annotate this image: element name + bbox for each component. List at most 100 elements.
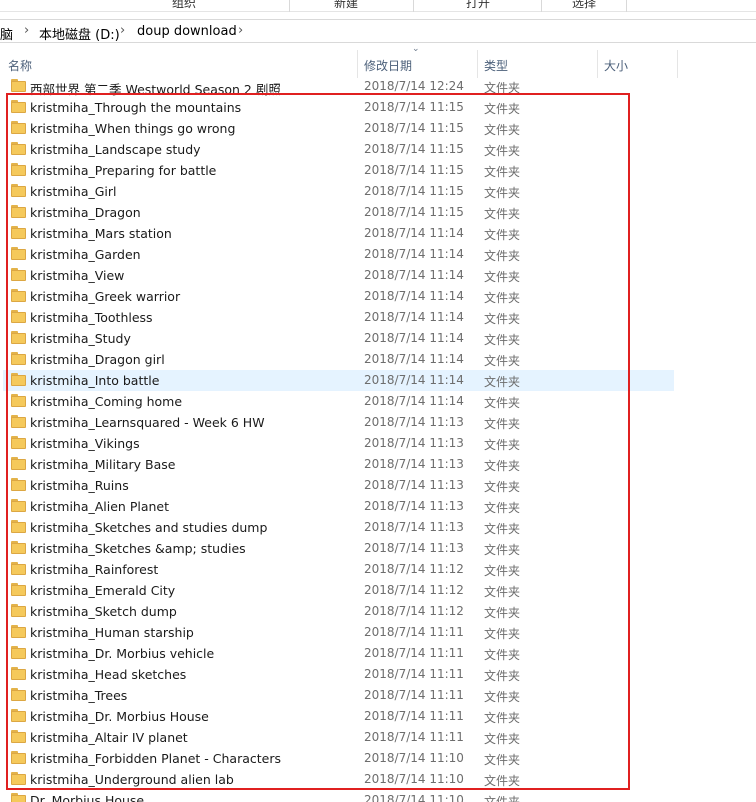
column-header-name[interactable]: 名称 (8, 50, 32, 78)
file-modified-date: 2018/7/14 11:14 (364, 247, 464, 261)
file-modified-date: 2018/7/14 11:11 (364, 730, 464, 744)
file-name: kristmiha_Girl (30, 184, 117, 199)
file-row[interactable]: kristmiha_Head sketches 2018/7/14 11:11 文件… (3, 664, 674, 685)
chevron-right-icon[interactable]: › (120, 23, 125, 38)
file-type: 文件夹 (484, 459, 521, 473)
file-type: 文件夹 (484, 564, 521, 578)
file-row[interactable]: kristmiha_Trees 2018/7/14 11:11 文件夹 (3, 685, 674, 706)
file-row[interactable]: kristmiha_Vikings 2018/7/14 11:13 文件夹 (3, 433, 674, 454)
chevron-right-icon[interactable]: › (238, 23, 243, 38)
file-list: 西部世界 第二季 Westworld Season 2 剧照 2018/7/14 … (0, 76, 756, 802)
file-name: kristmiha_Alien Planet (30, 499, 170, 514)
file-row[interactable]: kristmiha_Coming home 2018/7/14 11:14 文件夹 (3, 391, 674, 412)
file-name: kristmiha_Landscape study (30, 142, 201, 157)
file-type: 文件夹 (484, 228, 521, 242)
file-row[interactable]: kristmiha_Sketches &amp; studies 2018/7/1… (3, 538, 674, 559)
folder-icon (11, 247, 26, 260)
file-row[interactable]: kristmiha_Study 2018/7/14 11:14 文件夹 (3, 328, 674, 349)
file-name: kristmiha_Through the mountains (30, 100, 242, 115)
file-row[interactable]: kristmiha_Dr. Morbius vehicle 2018/7/14 1… (3, 643, 674, 664)
file-modified-date: 2018/7/14 11:15 (364, 184, 464, 198)
file-row[interactable]: kristmiha_Through the mountains 2018/7/14… (3, 97, 674, 118)
file-name: kristmiha_Head sketches (30, 667, 187, 682)
column-divider[interactable] (597, 50, 598, 78)
ribbon-divider (626, 0, 627, 12)
file-modified-date: 2018/7/14 11:14 (364, 268, 464, 282)
file-row[interactable]: kristmiha_When things go wrong 2018/7/14 … (3, 118, 674, 139)
column-divider[interactable] (477, 50, 478, 78)
file-name: kristmiha_Mars station (30, 226, 172, 241)
file-name: kristmiha_Altair IV planet (30, 730, 188, 745)
file-row[interactable]: kristmiha_Greek warrior 2018/7/14 11:14 文件… (3, 286, 674, 307)
file-name: kristmiha_Sketches and studies dump (30, 520, 268, 535)
file-row[interactable]: kristmiha_Human starship 2018/7/14 11:11 文… (3, 622, 674, 643)
file-type: 文件夹 (484, 270, 521, 284)
file-row[interactable]: kristmiha_Military Base 2018/7/14 11:13 文件… (3, 454, 674, 475)
file-name: kristmiha_Rainforest (30, 562, 159, 577)
file-row[interactable]: kristmiha_Forbidden Planet - Characters 2… (3, 748, 674, 769)
ribbon-group-new[interactable]: 新建 (334, 0, 358, 11)
file-row[interactable]: kristmiha_Into battle 2018/7/14 11:14 文件夹 (3, 370, 674, 391)
breadcrumb-doup-download[interactable]: doup download (137, 24, 237, 39)
breadcrumb-local-disk[interactable]: 本地磁盘 (D:) (39, 24, 120, 43)
file-type: 文件夹 (484, 312, 521, 326)
column-header-size[interactable]: 大小 (604, 50, 628, 78)
file-row[interactable]: kristmiha_View 2018/7/14 11:14 文件夹 (3, 265, 674, 286)
column-divider[interactable] (357, 50, 358, 78)
folder-icon (11, 478, 26, 491)
file-name: kristmiha_Coming home (30, 394, 183, 409)
breadcrumb-this-pc[interactable]: 脑 (0, 24, 13, 43)
file-modified-date: 2018/7/14 11:13 (364, 478, 464, 492)
file-row[interactable]: kristmiha_Mars station 2018/7/14 11:14 文件夹 (3, 223, 674, 244)
file-row[interactable]: kristmiha_Sketch dump 2018/7/14 11:12 文件夹 (3, 601, 674, 622)
file-type: 文件夹 (484, 102, 521, 116)
file-modified-date: 2018/7/14 11:10 (364, 793, 464, 802)
column-header-date[interactable]: 修改日期 (364, 50, 412, 78)
file-row[interactable]: kristmiha_Dragon 2018/7/14 11:15 文件夹 (3, 202, 674, 223)
file-row[interactable]: kristmiha_Dr. Morbius House 2018/7/14 11:… (3, 706, 674, 727)
file-modified-date: 2018/7/14 11:15 (364, 100, 464, 114)
file-row[interactable]: kristmiha_Sketches and studies dump 2018/… (3, 517, 674, 538)
column-header-type[interactable]: 类型 (484, 50, 508, 78)
folder-icon (11, 121, 26, 134)
folder-icon (11, 667, 26, 680)
file-modified-date: 2018/7/14 11:14 (364, 289, 464, 303)
file-modified-date: 2018/7/14 11:11 (364, 688, 464, 702)
file-type: 文件夹 (484, 774, 521, 788)
file-type: 文件夹 (484, 207, 521, 221)
file-modified-date: 2018/7/14 11:11 (364, 646, 464, 660)
file-row[interactable]: kristmiha_Toothless 2018/7/14 11:14 文件夹 (3, 307, 674, 328)
folder-icon (11, 436, 26, 449)
folder-icon (11, 352, 26, 365)
ribbon-group-open[interactable]: 打开 (466, 0, 490, 11)
column-divider[interactable] (677, 50, 678, 78)
file-row[interactable]: kristmiha_Emerald City 2018/7/14 11:12 文件夹 (3, 580, 674, 601)
folder-icon (11, 373, 26, 386)
file-row[interactable]: kristmiha_Garden 2018/7/14 11:14 文件夹 (3, 244, 674, 265)
ribbon-divider (413, 0, 414, 12)
file-name: kristmiha_Trees (30, 688, 128, 703)
ribbon-strip: 组织 新建 打开 选择 (0, 0, 756, 12)
file-row[interactable]: Dr. Morbius House 2018/7/14 11:10 文件夹 (3, 790, 674, 802)
file-row[interactable]: kristmiha_Landscape study 2018/7/14 11:15… (3, 139, 674, 160)
file-row[interactable]: kristmiha_Learnsquared - Week 6 HW 2018/7… (3, 412, 674, 433)
file-row[interactable]: kristmiha_Ruins 2018/7/14 11:13 文件夹 (3, 475, 674, 496)
file-type: 文件夹 (484, 144, 521, 158)
file-row[interactable]: kristmiha_Dragon girl 2018/7/14 11:14 文件夹 (3, 349, 674, 370)
chevron-right-icon[interactable]: › (24, 23, 29, 38)
file-type: 文件夹 (484, 606, 521, 620)
ribbon-group-organize[interactable]: 组织 (172, 0, 196, 11)
file-row[interactable]: kristmiha_Rainforest 2018/7/14 11:12 文件夹 (3, 559, 674, 580)
file-row[interactable]: kristmiha_Girl 2018/7/14 11:15 文件夹 (3, 181, 674, 202)
file-modified-date: 2018/7/14 11:13 (364, 541, 464, 555)
file-type: 文件夹 (484, 81, 521, 95)
file-row[interactable]: kristmiha_Alien Planet 2018/7/14 11:13 文件夹 (3, 496, 674, 517)
file-row[interactable]: kristmiha_Preparing for battle 2018/7/14 … (3, 160, 674, 181)
file-row[interactable]: 西部世界 第二季 Westworld Season 2 剧照 2018/7/14 … (3, 76, 674, 97)
address-bar[interactable]: 脑 › 本地磁盘 (D:) › doup download › (0, 19, 756, 43)
file-row[interactable]: kristmiha_Altair IV planet 2018/7/14 11:1… (3, 727, 674, 748)
file-name: kristmiha_Sketch dump (30, 604, 177, 619)
file-type: 文件夹 (484, 690, 521, 704)
file-row[interactable]: kristmiha_Underground alien lab 2018/7/14… (3, 769, 674, 790)
ribbon-group-select[interactable]: 选择 (572, 0, 596, 11)
